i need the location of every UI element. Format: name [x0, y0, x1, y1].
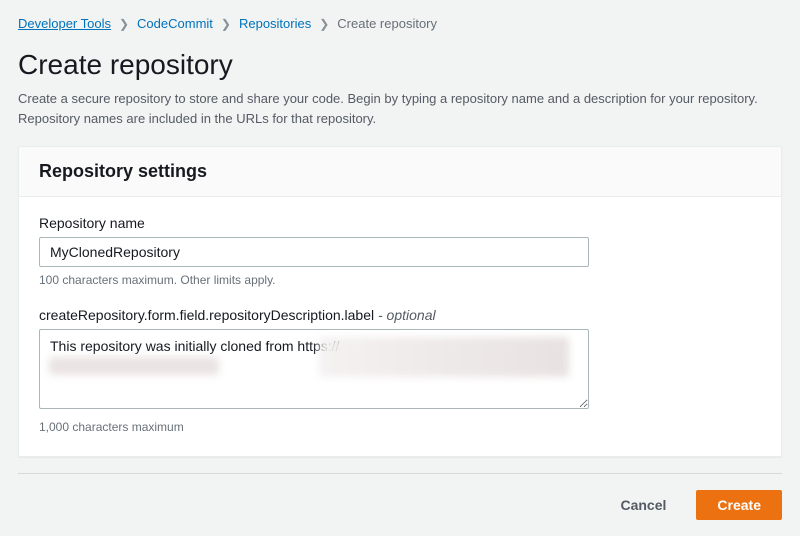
repository-name-hint: 100 characters maximum. Other limits app… [39, 273, 761, 287]
chevron-right-icon: ❯ [119, 17, 129, 31]
repository-description-label-text: createRepository.form.field.repositoryDe… [39, 307, 374, 323]
repository-description-label: createRepository.form.field.repositoryDe… [39, 307, 761, 323]
chevron-right-icon: ❯ [319, 17, 329, 31]
repository-description-textarea[interactable] [39, 329, 589, 409]
cancel-button[interactable]: Cancel [600, 490, 686, 520]
breadcrumb-codecommit[interactable]: CodeCommit [137, 16, 213, 31]
footer-actions: Cancel Create [18, 473, 782, 520]
breadcrumb: Developer Tools ❯ CodeCommit ❯ Repositor… [18, 16, 782, 31]
repository-settings-panel: Repository settings Repository name 100 … [18, 146, 782, 457]
repository-name-label: Repository name [39, 215, 761, 231]
breadcrumb-developer-tools[interactable]: Developer Tools [18, 16, 111, 31]
create-button[interactable]: Create [696, 490, 782, 520]
optional-label: - optional [374, 307, 435, 323]
breadcrumb-current: Create repository [337, 16, 437, 31]
panel-title: Repository settings [39, 161, 761, 182]
breadcrumb-repositories[interactable]: Repositories [239, 16, 311, 31]
chevron-right-icon: ❯ [221, 17, 231, 31]
panel-header: Repository settings [19, 147, 781, 197]
page-title: Create repository [18, 49, 782, 81]
repository-description-hint: 1,000 characters maximum [39, 420, 761, 434]
page-description: Create a secure repository to store and … [18, 89, 782, 128]
repository-name-input[interactable] [39, 237, 589, 267]
